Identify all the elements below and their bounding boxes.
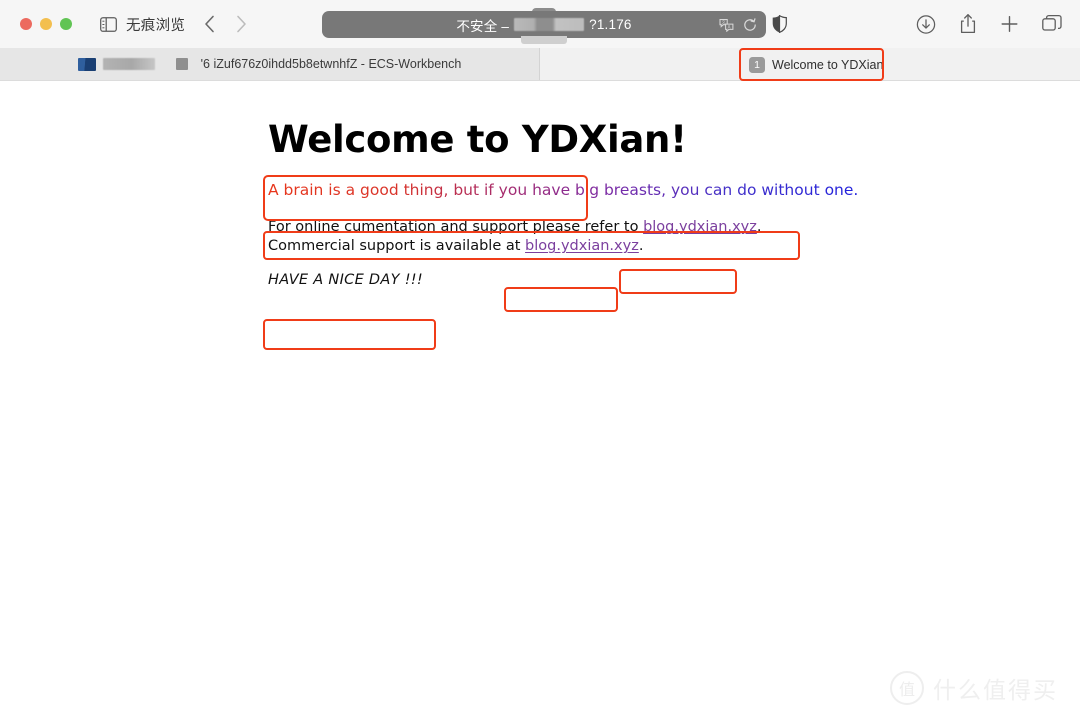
watermark: 值 什么值得买	[890, 671, 1058, 705]
navigation-arrows	[201, 13, 249, 35]
security-status-label: 不安全 –	[456, 18, 510, 34]
address-redacted-block	[514, 18, 585, 31]
window-traffic-lights	[20, 18, 72, 30]
annotation-box-link-2	[504, 287, 618, 312]
address-bar-nub-bottom	[521, 36, 567, 44]
share-icon[interactable]	[959, 14, 977, 35]
maximize-window-button[interactable]	[60, 18, 72, 30]
sidebar-icon[interactable]	[100, 16, 117, 32]
paragraph-line2-prefix: Commercial support is available at	[268, 238, 526, 255]
tab-welcome-to-ydxian-wrap: 1 Welcome to YDXian!	[740, 49, 884, 80]
reload-icon[interactable]	[743, 17, 757, 32]
address-url-text: ?1.176	[589, 17, 632, 32]
tab-redacted-block	[102, 58, 155, 70]
minimize-window-button[interactable]	[40, 18, 52, 30]
browser-window: 无痕浏览 不安全 – ?1.176 文 A '6 iZuf676z0ihdd5b…	[0, 0, 1080, 721]
paragraph-line1-prefix: For online cumentation and support pleas…	[268, 219, 644, 236]
new-tab-icon[interactable]	[1000, 15, 1019, 34]
paragraph-line1-suffix: .	[756, 219, 762, 236]
annotation-box-closing	[263, 319, 436, 350]
paragraph-line2-suffix: .	[638, 238, 644, 255]
translate-icon[interactable]: 文 A	[719, 18, 734, 32]
watermark-logo-icon: 值	[890, 671, 924, 705]
page-tagline: A brain is a good thing, but if you have…	[268, 180, 859, 199]
address-bar[interactable]: 不安全 – ?1.176 文 A	[322, 8, 766, 44]
tab-ecs-workbench[interactable]: '6 iZuf676z0ihdd5b8etwnhfZ - ECS-Workben…	[0, 48, 540, 80]
page-content-column: Welcome to YDXian! A brain is a good thi…	[268, 118, 1008, 289]
doc-link-1[interactable]: blog.ydxian.xyz	[643, 219, 757, 235]
address-bar-actions: 文 A	[719, 17, 757, 32]
ecs-workbench-favicon-icon	[77, 57, 96, 71]
forward-button[interactable]	[233, 13, 249, 35]
tab-title: Welcome to YDXian!	[772, 57, 884, 72]
page-closing-message: HAVE A NICE DAY !!!	[268, 272, 424, 289]
address-bar-content: 不安全 – ?1.176	[456, 15, 631, 35]
tab-bar: '6 iZuf676z0ihdd5b8etwnhfZ - ECS-Workben…	[0, 48, 1080, 81]
page-title: Welcome to YDXian!	[268, 118, 687, 161]
watermark-text: 什么值得买	[933, 678, 1058, 704]
close-window-button[interactable]	[20, 18, 32, 30]
tab-overview-icon[interactable]	[1042, 14, 1062, 34]
page-content: Welcome to YDXian! A brain is a good thi…	[0, 81, 1080, 721]
tab-secondary-favicon-icon	[175, 58, 188, 70]
tab-welcome-to-ydxian[interactable]: 1 Welcome to YDXian!	[740, 49, 884, 80]
shield-icon[interactable]	[772, 15, 787, 33]
tab-title: '6 iZuf676z0ihdd5b8etwnhfZ - ECS-Workben…	[200, 57, 462, 71]
private-browsing-label: 无痕浏览	[126, 17, 186, 34]
tab-favicon-badge: 1	[749, 56, 765, 73]
address-bar-field[interactable]: 不安全 – ?1.176 文 A	[322, 11, 766, 38]
page-paragraph: For online cumentation and support pleas…	[268, 218, 1008, 256]
toolbar-right-actions	[916, 14, 1062, 35]
download-icon[interactable]	[916, 14, 936, 34]
svg-text:A: A	[728, 24, 731, 29]
doc-link-2[interactable]: blog.ydxian.xyz	[525, 238, 639, 254]
back-button[interactable]	[201, 13, 217, 35]
browser-toolbar: 无痕浏览 不安全 – ?1.176 文 A	[0, 0, 1080, 48]
